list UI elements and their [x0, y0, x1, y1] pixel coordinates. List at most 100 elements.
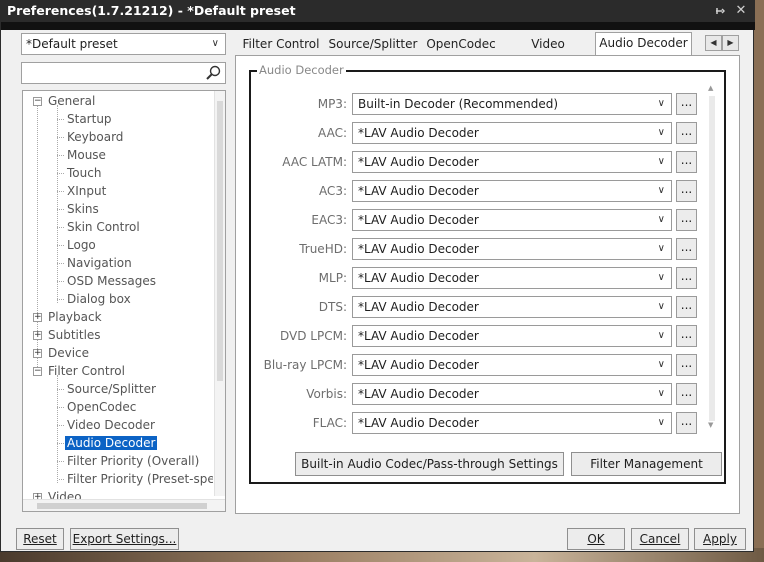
tree-line — [57, 299, 64, 300]
close-icon[interactable]: ✕ — [731, 0, 751, 22]
expand-icon[interactable]: + — [33, 313, 42, 322]
tab-filter-control[interactable]: Filter Control — [239, 34, 323, 56]
flac-more-button[interactable]: ... — [676, 412, 697, 434]
tree-item-skins[interactable]: Skins — [57, 200, 99, 218]
mp3-more-button[interactable]: ... — [676, 93, 697, 115]
tree-item-video-decoder[interactable]: Video Decoder — [57, 416, 155, 434]
truehd-decoder-select[interactable]: *LAV Audio Decoder ∨ — [352, 238, 672, 260]
tree-item-touch[interactable]: Touch — [57, 164, 101, 182]
reset-button[interactable]: Reset — [16, 528, 64, 550]
pin-icon[interactable] — [709, 0, 729, 22]
eac3-decoder-value: *LAV Audio Decoder — [358, 213, 479, 227]
aac-more-button[interactable]: ... — [676, 122, 697, 144]
tree-line — [59, 479, 64, 480]
vorbis-more-button[interactable]: ... — [676, 383, 697, 405]
eac3-more-button[interactable]: ... — [676, 209, 697, 231]
tree-line — [57, 173, 64, 174]
mlp-decoder-value: *LAV Audio Decoder — [358, 271, 479, 285]
truehd-more-button[interactable]: ... — [676, 238, 697, 260]
tree-item-filter-priority-overall[interactable]: Filter Priority (Overall) — [57, 452, 199, 470]
tree-item-label: Filter Control — [48, 364, 125, 378]
tree-item-filter-control[interactable]: − Filter Control — [33, 362, 125, 380]
vorbis-decoder-select[interactable]: *LAV Audio Decoder ∨ — [352, 383, 672, 405]
mlp-label: MLP: — [318, 271, 347, 285]
mlp-decoder-select[interactable]: *LAV Audio Decoder ∨ — [352, 267, 672, 289]
tree-item-source-splitter[interactable]: Source/Splitter — [57, 380, 156, 398]
aac-decoder-select[interactable]: *LAV Audio Decoder ∨ — [352, 122, 672, 144]
scrollbar-thumb[interactable] — [709, 96, 715, 421]
chevron-down-icon: ∨ — [657, 185, 665, 196]
settings-tree[interactable]: − General Startup Keyboard Mouse Touch X… — [22, 90, 226, 512]
tree-item-label: General — [48, 94, 96, 108]
chevron-right-icon[interactable]: ▶ — [722, 35, 739, 51]
ac3-more-button[interactable]: ... — [676, 180, 697, 202]
chevron-down-icon: ∨ — [211, 38, 219, 49]
tree-item-audio-decoder[interactable]: Audio Decoder — [57, 434, 158, 452]
scrollbar-thumb[interactable] — [217, 101, 223, 381]
tree-item-filter-priority-preset[interactable]: Filter Priority (Preset-specific) — [59, 470, 213, 488]
tab-audio-decoder[interactable]: Audio Decoder — [595, 32, 692, 57]
tree-item-xinput[interactable]: XInput — [57, 182, 106, 200]
collapse-icon[interactable]: − — [33, 367, 42, 376]
dvd-lpcm-decoder-select[interactable]: *LAV Audio Decoder ∨ — [352, 325, 672, 347]
tree-item-navigation[interactable]: Navigation — [57, 254, 132, 272]
tree-item-startup[interactable]: Startup — [57, 110, 112, 128]
mlp-more-button[interactable]: ... — [676, 267, 697, 289]
tree-item-opencodec[interactable]: OpenCodec — [57, 398, 136, 416]
ok-button[interactable]: OK — [567, 528, 625, 550]
tab-video-decoder[interactable]: Video Decoder — [505, 34, 591, 71]
window-title: Preferences(1.7.21212) - *Default preset — [7, 3, 296, 18]
tree-item-logo[interactable]: Logo — [57, 236, 96, 254]
tab-source-splitter[interactable]: Source/Splitter — [328, 34, 418, 56]
filter-management-button[interactable]: Filter Management — [571, 452, 722, 476]
passthrough-settings-button[interactable]: Built-in Audio Codec/Pass-through Settin… — [295, 452, 564, 476]
tree-item-osd-messages[interactable]: OSD Messages — [57, 272, 156, 290]
tree-item-skin-control[interactable]: Skin Control — [57, 218, 140, 236]
eac3-decoder-select[interactable]: *LAV Audio Decoder ∨ — [352, 209, 672, 231]
aac-latm-decoder-select[interactable]: *LAV Audio Decoder ∨ — [352, 151, 672, 173]
dvd-lpcm-decoder-value: *LAV Audio Decoder — [358, 329, 479, 343]
truehd-decoder-value: *LAV Audio Decoder — [358, 242, 479, 256]
scroll-down-icon[interactable]: ▼ — [708, 421, 713, 429]
scroll-up-icon[interactable]: ▲ — [708, 84, 713, 92]
flac-decoder-select[interactable]: *LAV Audio Decoder ∨ — [352, 412, 672, 434]
search-icon[interactable] — [204, 65, 222, 81]
collapse-icon[interactable]: − — [33, 97, 42, 106]
tree-line — [57, 209, 64, 210]
preset-select[interactable]: *Default preset ∨ — [21, 33, 226, 55]
tree-item-mouse[interactable]: Mouse — [57, 146, 106, 164]
apply-button[interactable]: Apply — [694, 528, 746, 550]
tree-item-general[interactable]: − General — [33, 92, 95, 110]
aac-latm-more-button[interactable]: ... — [676, 151, 697, 173]
tree-item-playback[interactable]: + Playback — [33, 308, 102, 326]
ac3-decoder-select[interactable]: *LAV Audio Decoder ∨ — [352, 180, 672, 202]
scrollbar-thumb[interactable] — [37, 503, 207, 509]
tree-vertical-scrollbar[interactable] — [214, 91, 225, 496]
bluray-lpcm-decoder-select[interactable]: *LAV Audio Decoder ∨ — [352, 354, 672, 376]
tree-item-dialog-box[interactable]: Dialog box — [57, 290, 131, 308]
tree-horizontal-scrollbar[interactable] — [23, 499, 225, 511]
cancel-button[interactable]: Cancel — [631, 528, 689, 550]
chevron-left-icon[interactable]: ◀ — [705, 35, 722, 51]
search-input[interactable] — [21, 62, 226, 84]
bluray-lpcm-more-button[interactable]: ... — [676, 354, 697, 376]
tree-line — [57, 443, 64, 444]
expand-icon[interactable]: + — [33, 331, 42, 340]
dvd-lpcm-more-button[interactable]: ... — [676, 325, 697, 347]
dts-decoder-select[interactable]: *LAV Audio Decoder ∨ — [352, 296, 672, 318]
tree-item-label: Device — [48, 346, 90, 360]
tree-item-device[interactable]: + Device — [33, 344, 89, 362]
mp3-decoder-select[interactable]: Built-in Decoder (Recommended) ∨ — [352, 93, 672, 115]
decoder-list-scrollbar[interactable]: ▲ ▼ — [706, 84, 720, 429]
tab-opencodec[interactable]: OpenCodec — [423, 34, 499, 56]
tree-item-keyboard[interactable]: Keyboard — [57, 128, 123, 146]
tree-item-label: Subtitles — [48, 328, 101, 342]
export-settings-button[interactable]: Export Settings... — [70, 528, 179, 550]
tree-item-label: Mouse — [67, 148, 106, 162]
chevron-down-icon: ∨ — [657, 243, 665, 254]
dts-more-button[interactable]: ... — [676, 296, 697, 318]
tree-line — [57, 263, 64, 264]
dvd-lpcm-label: DVD LPCM: — [280, 329, 347, 343]
expand-icon[interactable]: + — [33, 349, 42, 358]
tree-item-subtitles[interactable]: + Subtitles — [33, 326, 101, 344]
